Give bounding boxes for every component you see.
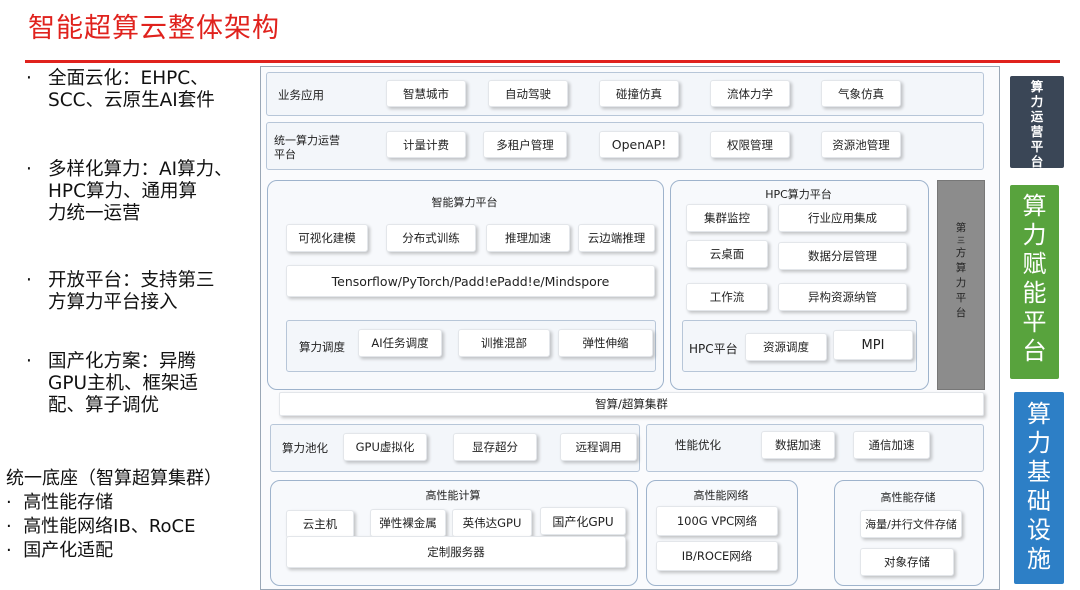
storage-parallel-file: 海量/并行文件存储 [860,510,962,538]
ai-elastic-scaling: 弹性伸缩 [558,329,653,357]
pooling-label: 算力池化 [282,441,328,455]
ai-cloud-edge-inference: 云边端推理 [578,224,655,252]
hpc-platform-label: HPC平台 [689,342,738,356]
storage-object: 对象存储 [860,548,954,576]
foundation-item: · 高性能网络IB、RoCE [6,516,196,537]
compute-custom-servers: 定制服务器 [286,536,626,568]
ops-metering-billing: 计量计费 [386,131,466,158]
ai-scheduling-label: 算力调度 [299,340,345,354]
ai-frameworks: Tensorflow/PyTorch/Padd!ePadd!e/Mindspor… [286,265,655,297]
app-crash-simulation: 碰撞仿真 [599,80,679,107]
bullet-line: 方算力平台接入 [48,292,178,313]
bullet-line: 全面云化：EHPC、 [48,68,209,89]
network-ib-roce: IB/ROCE网络 [656,541,778,571]
perf-comm-acceleration: 通信加速 [853,431,930,459]
cluster-bar: 智算/超算集群 [279,392,984,416]
app-autonomous-driving: 自动驾驶 [488,80,568,107]
hpc-data-tiering: 数据分层管理 [778,242,907,270]
ai-train-infer-colocation: 训推混部 [458,329,550,357]
bullet-dot: · [26,351,32,372]
ai-platform-title: 智能算力平台 [431,196,498,209]
hpc-platform-title: HPC算力平台 [765,188,832,201]
hpc-industry-apps: 行业应用集成 [778,204,907,232]
bullet-dot: · [26,68,32,89]
bullet-line: 配、算子调优 [48,395,160,416]
bullet-domestic: · 国产化方案：异腾 GPU主机、框架适 配、算子调优 [26,351,199,417]
third-party-platform-bar: 第 三 方 算 力 平 台 [937,180,985,390]
compute-domestic-gpu: 国产化GPU [540,507,626,535]
bullet-dot: · [26,159,32,180]
compute-nvidia-gpu: 英伟达GPU [452,509,532,537]
bullet-cloud: · 全面云化：EHPC、 SCC、云原生AI套件 [26,68,215,112]
hpc-cloud-desktop: 云桌面 [686,240,768,268]
tag-compute-operations: 算 力 运 营 平 台 [1010,76,1064,169]
foundation-heading: 统一底座（智算超算集群） [6,468,222,489]
pooling-gpu-virtualization: GPU虚拟化 [343,433,427,461]
operations-label: 统一算力运营平台 [274,134,340,161]
compute-cloud-host: 云主机 [286,510,354,538]
bullet-line: GPU主机、框架适 [48,373,199,394]
ai-distributed-training: 分布式训练 [386,224,476,252]
app-smart-city: 智慧城市 [386,80,466,107]
bullet-dot: · [26,270,32,291]
title-divider [25,60,1060,63]
perf-label: 性能优化 [675,438,721,452]
network-100g-vpc: 100G VPC网络 [656,506,778,536]
ops-multi-tenant: 多租户管理 [483,131,567,158]
pooling-vram-oversubscription: 显存超分 [453,433,537,461]
bullet-line: SCC、云原生AI套件 [48,90,215,111]
bullet-line: 国产化方案：异腾 [48,351,197,372]
third-party-platform-label: 第 三 方 算 力 平 台 [955,222,967,319]
hpc-cluster-monitoring: 集群监控 [686,204,768,232]
tag-compute-enablement: 算 力 赋 能 平 台 [1010,185,1059,379]
bullet-line: 力统一运营 [48,203,141,224]
ops-permissions: 权限管理 [710,131,790,158]
bullet-line: 多样化算力：AI算力、 [48,159,233,180]
hpc-mpi: MPI [833,330,913,360]
ops-resource-pool: 资源池管理 [821,131,901,158]
hpc-heterogeneous-resources: 异构资源纳管 [778,283,907,311]
foundation-item: · 高性能存储 [6,492,114,513]
ai-visual-modeling: 可视化建模 [286,224,368,252]
hp-storage-title: 高性能存储 [880,491,936,504]
bullet-line: HPC算力、通用算 [48,181,197,202]
bullet-line: 开放平台：支持第三 [48,270,215,291]
page-title: 智能超算云整体架构 [28,13,280,44]
ai-inference-accel: 推理加速 [486,224,570,252]
app-weather-simulation: 气象仿真 [821,80,901,107]
bullet-open-platform: · 开放平台：支持第三 方算力平台接入 [26,270,215,314]
hp-compute-title: 高性能计算 [425,489,481,502]
tag-compute-infrastructure: 算 力 基 础 设 施 [1014,392,1064,584]
business-app-label: 业务应用 [278,88,324,102]
pooling-remote-invocation: 远程调用 [560,433,637,461]
compute-elastic-bare-metal: 弹性裸金属 [370,509,446,537]
app-fluid-dynamics: 流体力学 [710,80,790,107]
hpc-resource-scheduling: 资源调度 [745,333,827,361]
hpc-workflow: 工作流 [686,283,768,311]
foundation-item: · 国产化适配 [6,540,114,561]
ai-task-scheduling: AI任务调度 [358,329,442,357]
bullet-diverse-compute: · 多样化算力：AI算力、 HPC算力、通用算 力统一运营 [26,159,233,225]
ops-open-api: OpenAP! [599,131,679,158]
foundation-list: 统一底座（智算超算集群） · 高性能存储 · 高性能网络IB、RoCE · 国产… [6,467,222,563]
perf-data-acceleration: 数据加速 [761,431,835,459]
hp-network-title: 高性能网络 [693,489,749,502]
